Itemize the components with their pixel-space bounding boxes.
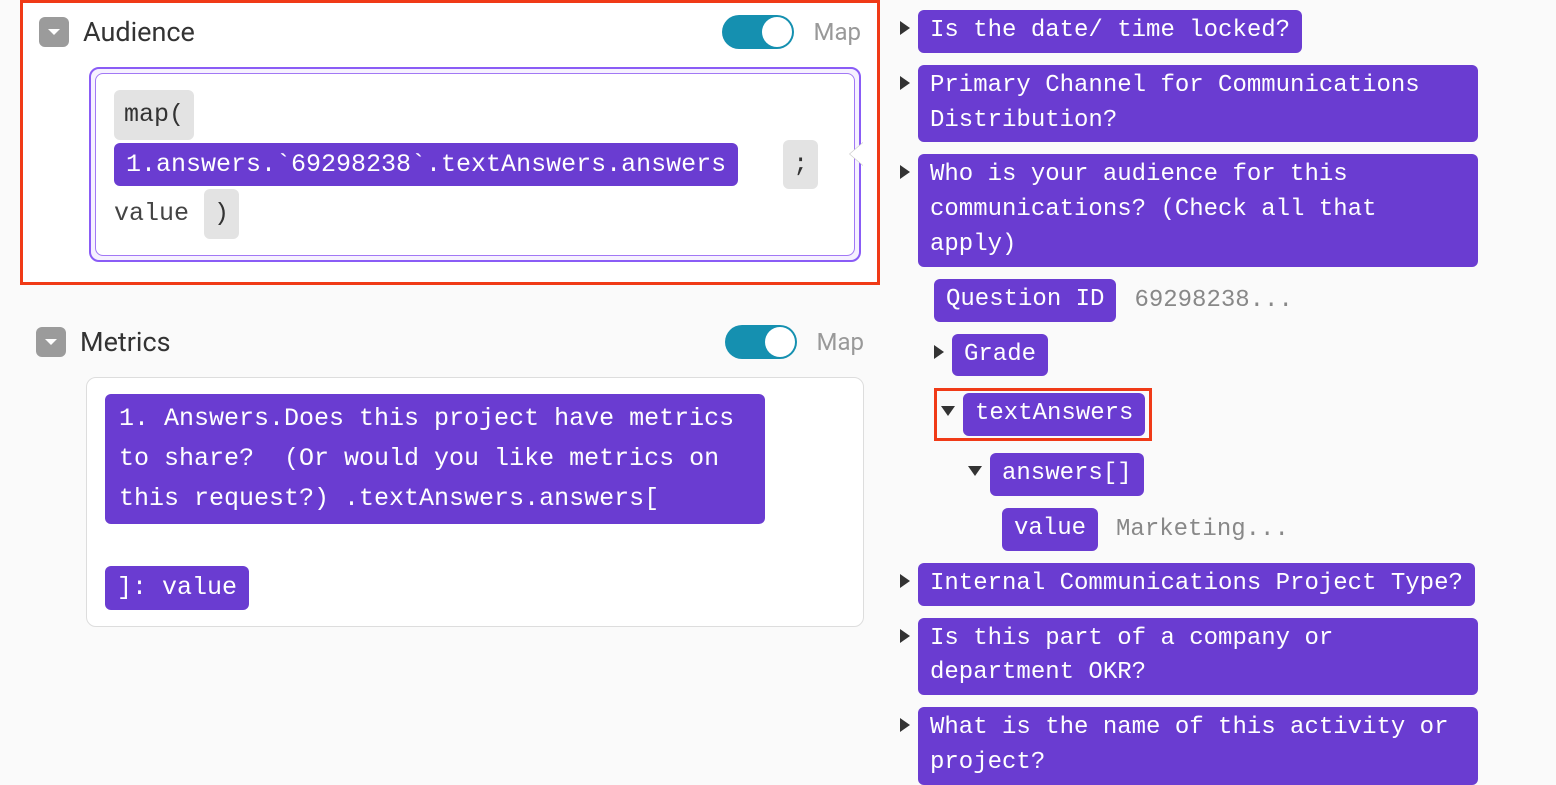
expand-icon[interactable] [941, 406, 955, 416]
tree-node-qid[interactable]: Question ID 69298238... [934, 279, 1536, 322]
metrics-section: Metrics Map 1. Answers.Does this project… [20, 313, 880, 647]
expand-icon[interactable] [934, 345, 944, 359]
map-toggle-label: Map [814, 18, 861, 46]
tree-node[interactable]: Is this part of a company or department … [900, 618, 1536, 696]
map-toggle-label: Map [817, 328, 864, 356]
tree-node[interactable]: Primary Channel for Communications Distr… [900, 65, 1536, 143]
tree-node[interactable]: Who is your audience for this communicat… [900, 154, 1536, 266]
collapse-toggle[interactable] [36, 327, 66, 357]
value-key: value [1002, 508, 1098, 551]
path-chip[interactable]: 1.answers.`69298238`.textAnswers.answers [114, 143, 738, 187]
tree-node-answers[interactable]: answers[] [968, 453, 1536, 496]
metrics-title: Metrics [80, 326, 711, 358]
metrics-header: Metrics Map [36, 325, 864, 359]
expand-icon[interactable] [900, 574, 910, 588]
audience-formula[interactable]: map( 1.answers.`69298238`.textAnswers.an… [95, 73, 855, 256]
map-toggle[interactable] [722, 15, 794, 49]
map-open-token: map( [114, 90, 194, 140]
expand-icon[interactable] [900, 76, 910, 90]
expand-icon[interactable] [900, 629, 910, 643]
expand-icon[interactable] [900, 21, 910, 35]
textanswers-key[interactable]: textAnswers [963, 393, 1145, 436]
tree-node-label: Is this part of a company or department … [918, 618, 1478, 696]
pointer-icon [850, 142, 864, 166]
answers-key: answers[] [990, 453, 1144, 496]
tree-node-label: What is the name of this activity or pro… [918, 707, 1478, 785]
tree-node-value[interactable]: value Marketing... [1002, 508, 1536, 551]
map-toggle[interactable] [725, 325, 797, 359]
audience-title: Audience [83, 16, 708, 48]
paren-close-token: ) [204, 189, 239, 239]
audience-formula-wrap: map( 1.answers.`69298238`.textAnswers.an… [89, 67, 861, 262]
tree-node-label: Who is your audience for this communicat… [918, 154, 1478, 266]
tree-node[interactable]: Is the date/ time locked? [900, 10, 1536, 53]
expand-icon[interactable] [968, 466, 982, 476]
chevron-down-icon [46, 24, 62, 40]
qid-value: 69298238... [1134, 287, 1292, 314]
value-text: value [114, 199, 189, 228]
value-text: Marketing... [1116, 516, 1289, 543]
tree-node-label: Is the date/ time locked? [918, 10, 1302, 53]
metrics-chip-top[interactable]: 1. Answers.Does this project have metric… [105, 394, 765, 524]
tree-node[interactable]: What is the name of this activity or pro… [900, 707, 1536, 785]
tree-node-textanswers-wrap: textAnswers [934, 388, 1536, 441]
qid-key: Question ID [934, 279, 1116, 322]
metrics-formula[interactable]: 1. Answers.Does this project have metric… [86, 377, 864, 627]
semicolon-token: ; [783, 140, 818, 190]
collapse-toggle[interactable] [39, 17, 69, 47]
expand-icon[interactable] [900, 165, 910, 179]
audience-section: Audience Map map( 1.answers.`69298238`.t… [20, 0, 880, 285]
tree-node-grade[interactable]: Grade [934, 334, 1536, 377]
tree-node[interactable]: Internal Communications Project Type? [900, 563, 1536, 606]
metrics-chip-bottom[interactable]: ]: value [105, 566, 249, 610]
data-tree: Is the date/ time locked? Primary Channe… [900, 10, 1536, 785]
expand-icon[interactable] [900, 718, 910, 732]
chevron-down-icon [43, 334, 59, 350]
grade-key: Grade [952, 334, 1048, 377]
audience-header: Audience Map [39, 15, 861, 49]
tree-node-label: Primary Channel for Communications Distr… [918, 65, 1478, 143]
tree-node-label: Internal Communications Project Type? [918, 563, 1475, 606]
